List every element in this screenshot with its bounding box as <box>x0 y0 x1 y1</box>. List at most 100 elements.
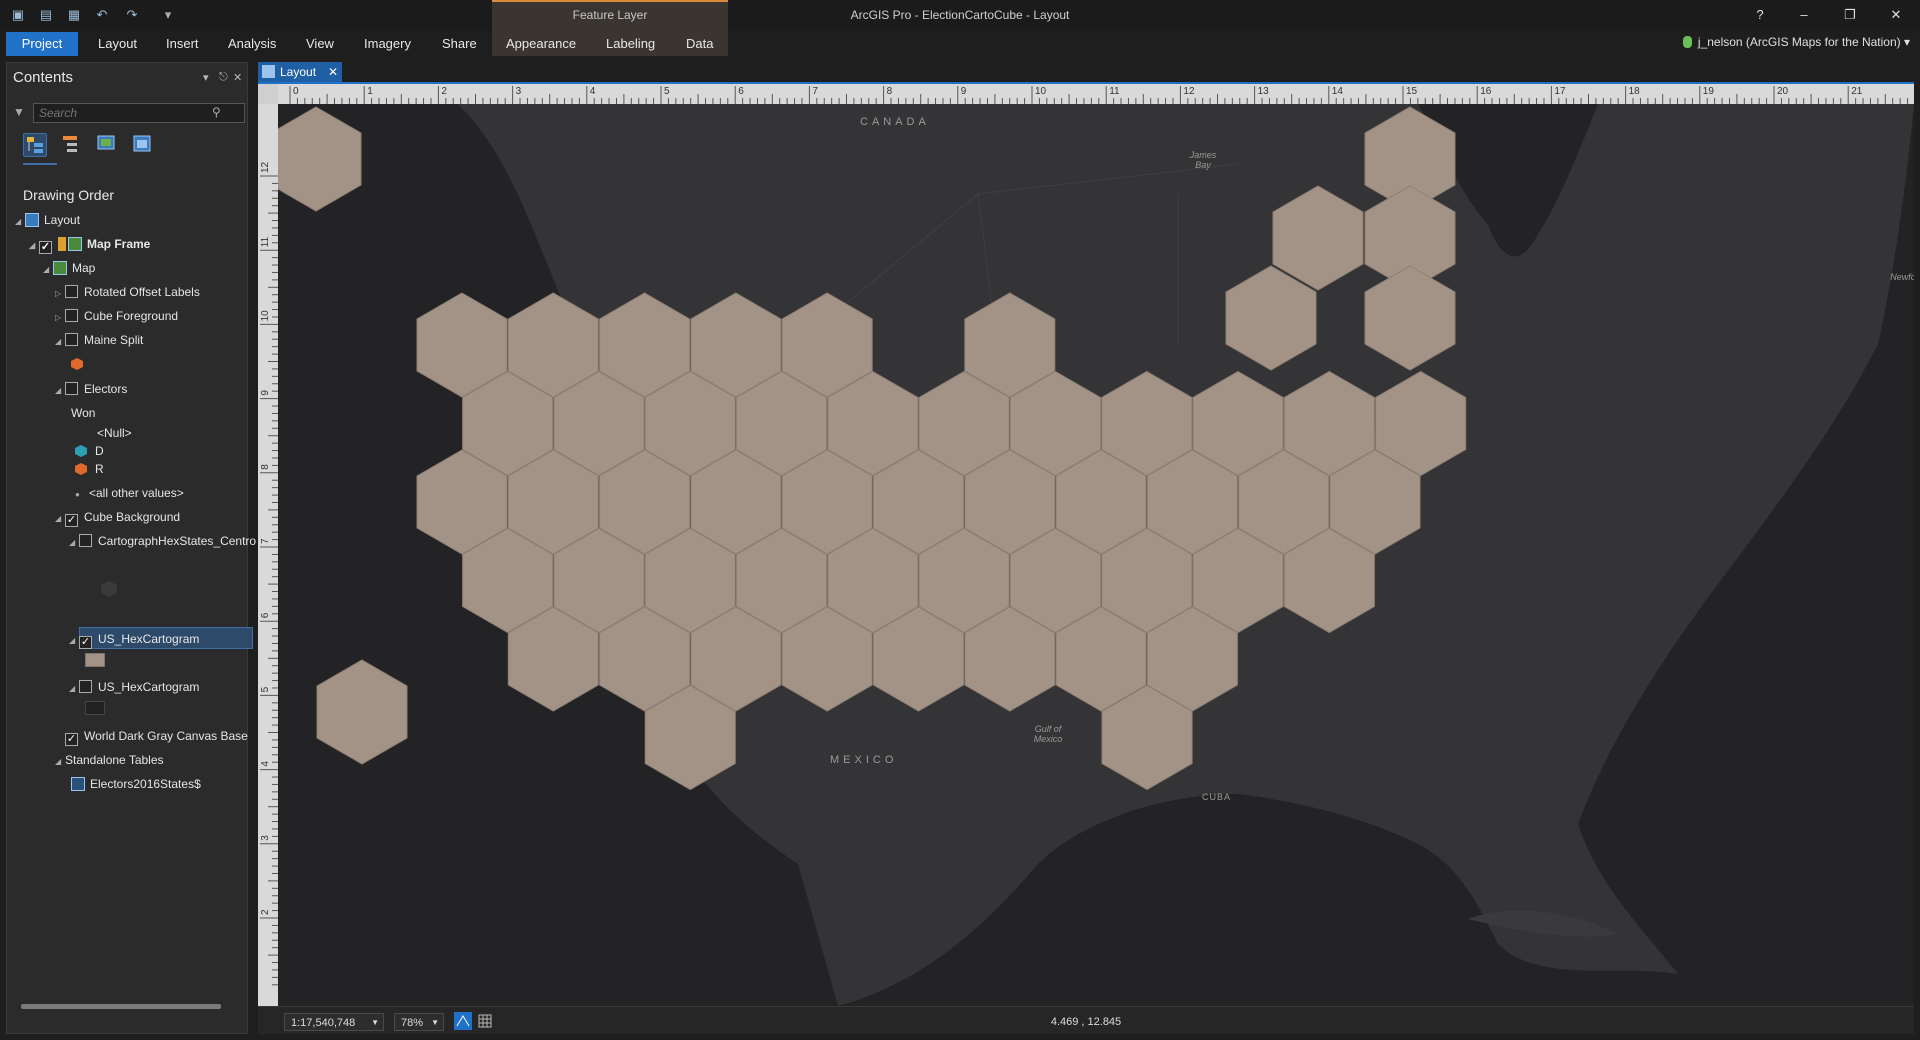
tree-standalone-tables[interactable]: ◢ Standalone Tables <box>55 750 164 770</box>
tab-analysis[interactable]: Analysis <box>214 32 290 56</box>
tree-maine-split[interactable]: ◢ Maine Split <box>55 330 143 350</box>
symbol-hex-cartogram-second[interactable] <box>85 701 105 721</box>
close-tab-icon[interactable]: ✕ <box>328 62 338 82</box>
expand-icon[interactable]: ▷ <box>55 308 65 328</box>
coordinate-readout: 4.469 , 12.845 <box>1050 1016 1122 1028</box>
tree-basemap[interactable]: ✓ World Dark Gray Canvas Base <box>65 726 248 746</box>
collapse-icon[interactable]: ◢ <box>69 679 79 699</box>
ruler-label: 6 <box>260 612 271 618</box>
checkbox-map-frame[interactable]: ✓ <box>39 241 52 254</box>
collapse-icon[interactable]: ◢ <box>55 332 65 352</box>
collapse-icon[interactable]: ◢ <box>15 212 25 232</box>
checkbox-hex-cartogram-second[interactable] <box>79 680 92 693</box>
tree-map[interactable]: ◢ Map <box>43 258 95 278</box>
checkbox-rotated-offset-labels[interactable] <box>65 285 78 298</box>
user-account-menu[interactable]: j_nelson (ArcGIS Maps for the Nation) ▾ <box>1682 35 1910 49</box>
lock-icon[interactable] <box>58 237 66 251</box>
contents-horizontal-scrollbar[interactable] <box>11 1002 243 1010</box>
ruler-label: 19 <box>1703 86 1715 97</box>
collapse-icon[interactable]: ◢ <box>55 752 65 772</box>
hexagon-dark-icon <box>101 581 117 597</box>
minimize-button[interactable]: – <box>1784 4 1824 26</box>
hexagon-orange-icon <box>75 463 87 475</box>
symbol-other[interactable]: ● <all other values> <box>75 483 184 503</box>
editing-icon <box>133 135 151 152</box>
tab-insert[interactable]: Insert <box>152 32 213 56</box>
checkbox-electors[interactable] <box>65 382 78 395</box>
tab-layout-view[interactable]: Layout ✕ <box>258 62 342 82</box>
tab-labeling[interactable]: Labeling <box>592 32 669 56</box>
tab-view[interactable]: View <box>292 32 348 56</box>
tree-electors[interactable]: ◢ Electors <box>55 379 127 399</box>
list-by-selection-button[interactable] <box>95 133 119 157</box>
checkbox-cube-background[interactable]: ✓ <box>65 514 78 527</box>
tab-layout[interactable]: Layout <box>84 32 151 56</box>
tree-electors-table[interactable]: Electors2016States$ <box>71 774 201 794</box>
tree-label: CartographHexStates_Centro <box>98 534 257 548</box>
label-canada: CANADA <box>860 116 930 128</box>
tree-hex-cartogram-selected[interactable]: ◢ ✓ US_HexCartogram <box>69 629 199 649</box>
tree-cube-background[interactable]: ◢ ✓ Cube Background <box>55 507 180 527</box>
list-by-data-source-button[interactable] <box>59 133 83 157</box>
ruler-label: 2 <box>260 909 271 915</box>
tree-label: World Dark Gray Canvas Base <box>84 729 248 743</box>
tree-rotated-offset-labels[interactable]: ▷ Rotated Offset Labels <box>55 282 200 302</box>
ruler-label: 9 <box>260 390 271 396</box>
symbol-d[interactable]: D <box>75 441 104 461</box>
ruler-label: 15 <box>1406 86 1418 97</box>
contents-pane: Contents ▾ ⎋ ✕ ▼ ⚲ Drawing Order ◢ Layout… <box>6 62 256 1034</box>
tab-imagery[interactable]: Imagery <box>350 32 425 56</box>
tab-data[interactable]: Data <box>672 32 727 56</box>
symbol-null[interactable]: <Null> <box>97 423 132 443</box>
symbol-hex-cartogram[interactable] <box>85 653 105 673</box>
ruler-label: 5 <box>664 86 670 97</box>
fill-swatch-icon <box>85 653 105 667</box>
ruler-label: 5 <box>260 686 271 692</box>
tree-label: Cube Foreground <box>84 309 179 323</box>
tree-map-frame[interactable]: ◢ ✓ Map Frame <box>29 234 150 254</box>
ruler-label: 11 <box>260 236 271 247</box>
checkbox-centroids[interactable] <box>79 534 92 547</box>
tree-centroids[interactable]: ◢ CartographHexStates_Centro <box>69 531 256 551</box>
label-gulf: Gulf of Mexico <box>1033 724 1063 744</box>
collapse-icon[interactable]: ◢ <box>29 236 39 256</box>
checkbox-maine-split[interactable] <box>65 333 78 346</box>
table-icon <box>71 777 85 791</box>
checkbox-cube-foreground[interactable] <box>65 309 78 322</box>
pane-options-icon[interactable]: ▾ <box>203 71 209 84</box>
list-by-drawing-order-button[interactable] <box>23 133 47 157</box>
search-icon[interactable]: ⚲ <box>212 105 221 119</box>
collapse-icon[interactable]: ◢ <box>55 381 65 401</box>
close-pane-icon[interactable]: ✕ <box>233 71 242 84</box>
tab-appearance[interactable]: Appearance <box>492 32 590 56</box>
list-by-editing-button[interactable] <box>131 133 155 157</box>
filter-icon[interactable]: ▼ <box>13 105 27 119</box>
symbol-maine-split[interactable] <box>71 354 91 374</box>
restore-button[interactable]: ❐ <box>1830 4 1870 26</box>
tab-share[interactable]: Share <box>428 32 491 56</box>
checkbox-hex-cartogram-selected[interactable]: ✓ <box>79 636 92 649</box>
collapse-icon[interactable]: ◢ <box>69 631 79 651</box>
collapse-icon[interactable]: ◢ <box>69 533 79 553</box>
tree-label: Map Frame <box>87 237 151 251</box>
map-frame-view[interactable]: CANADA MEXICO CUBA James Bay Gulf of Mex… <box>278 104 1914 1006</box>
pin-icon[interactable]: ⎋ <box>219 71 228 84</box>
tree-hex-cartogram-second[interactable]: ◢ US_HexCartogram <box>69 677 199 697</box>
tree-layout[interactable]: ◢ Layout <box>15 210 80 230</box>
tab-project[interactable]: Project <box>6 32 78 56</box>
collapse-icon[interactable]: ◢ <box>55 509 65 529</box>
help-button[interactable]: ? <box>1740 4 1780 26</box>
tree-label: Maine Split <box>84 333 144 347</box>
symbol-r[interactable]: R <box>75 459 104 479</box>
label-newfoundland: Newfo <box>1890 272 1914 282</box>
ruler-label: 10 <box>1035 86 1047 97</box>
close-window-button[interactable]: ✕ <box>1876 4 1916 26</box>
tree-cube-foreground[interactable]: ▷ Cube Foreground <box>55 306 178 326</box>
collapse-icon[interactable]: ◢ <box>43 260 53 280</box>
ruler-label: 1 <box>367 86 373 97</box>
symbol-centroids[interactable] <box>101 581 125 601</box>
ruler-label: 9 <box>961 86 967 97</box>
scrollbar-thumb[interactable] <box>21 1004 221 1009</box>
expand-icon[interactable]: ▷ <box>55 284 65 304</box>
checkbox-basemap[interactable]: ✓ <box>65 733 78 746</box>
